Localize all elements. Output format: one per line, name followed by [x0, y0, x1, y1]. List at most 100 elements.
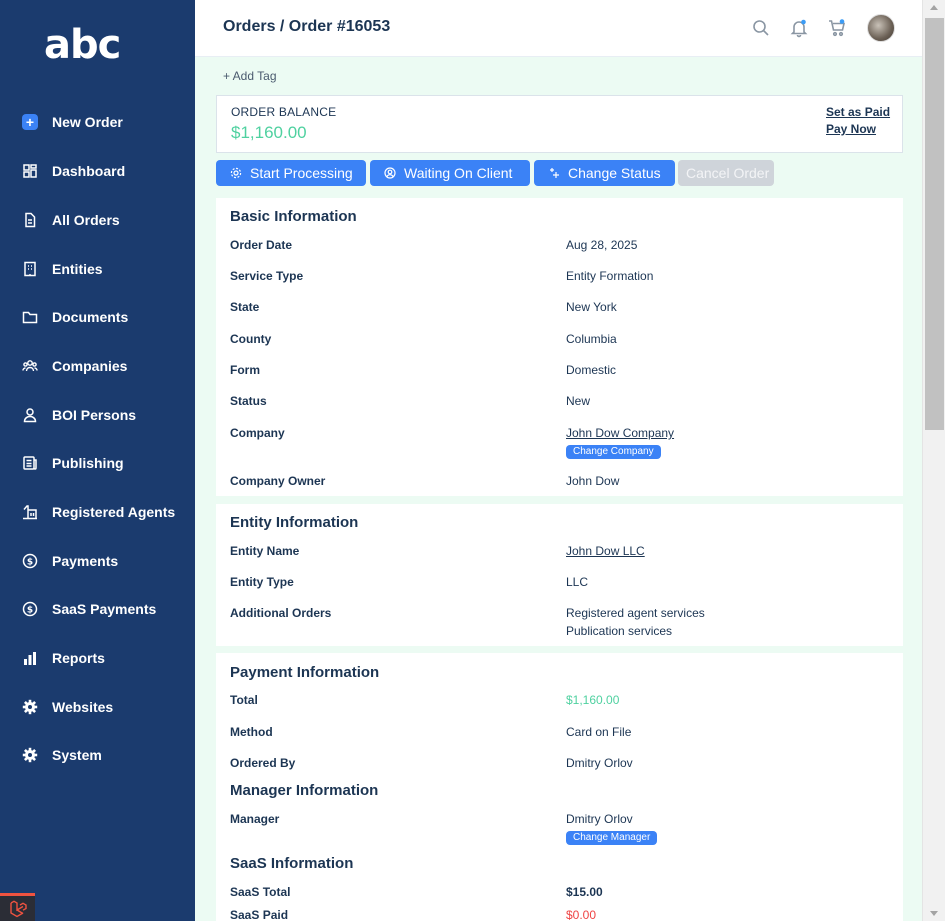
brand-logo[interactable]: abc	[44, 22, 121, 68]
saas-paid-value: $0.00	[566, 908, 597, 921]
entity-type-label: Entity Type	[230, 575, 294, 589]
users-icon	[22, 358, 38, 374]
additional-order-item: Registered agent services	[566, 606, 705, 620]
start-processing-label: Start Processing	[250, 165, 353, 181]
sidebar-item-label: Companies	[52, 358, 128, 374]
sidebar-item-label: Publishing	[52, 455, 124, 471]
change-company-button[interactable]: Change Company	[566, 445, 661, 459]
sidebar-item-publishing[interactable]: Publishing	[0, 445, 195, 481]
bell-icon[interactable]	[789, 18, 809, 38]
sidebar-item-dashboard[interactable]: Dashboard	[0, 153, 195, 189]
additional-orders-label: Additional Orders	[230, 606, 332, 620]
search-icon[interactable]	[751, 18, 771, 38]
bar-chart-icon	[22, 650, 38, 666]
ordered-by-value: Dmitry Orlov	[566, 756, 633, 770]
sidebar-item-label: System	[52, 747, 102, 763]
company-link[interactable]: John Dow Company	[566, 426, 674, 440]
sidebar-item-label: Payments	[52, 553, 119, 569]
sidebar-item-label: Documents	[52, 309, 129, 325]
sidebar-item-label: Websites	[52, 699, 114, 715]
state-value: New York	[566, 300, 617, 314]
payment-information-card: Payment Information Total $1,160.00 Meth…	[216, 653, 903, 921]
sidebar-item-label: BOI Persons	[52, 407, 137, 423]
saas-total-label: SaaS Total	[230, 885, 291, 899]
method-label: Method	[230, 725, 273, 739]
sidebar-item-label: Registered Agents	[52, 504, 176, 520]
order-balance-card: ORDER BALANCE $1,160.00 Set as Paid Pay …	[216, 95, 903, 153]
scrollbar-thumb[interactable]	[925, 18, 944, 430]
building-icon	[22, 261, 38, 277]
sidebar-item-new-order[interactable]: + New Order	[0, 104, 195, 140]
svg-text:$: $	[27, 558, 33, 568]
set-as-paid-link[interactable]: Set as Paid	[826, 105, 890, 119]
sidebar-item-label: New Order	[52, 114, 123, 130]
order-balance-label: ORDER BALANCE	[231, 105, 337, 119]
change-status-label: Change Status	[568, 165, 661, 181]
gear-icon	[22, 747, 38, 763]
county-value: Columbia	[566, 332, 617, 346]
sidebar-item-label: Entities	[52, 261, 103, 277]
entity-name-link[interactable]: John Dow LLC	[566, 544, 645, 558]
sidebar-item-registered-agents[interactable]: Registered Agents	[0, 494, 195, 530]
order-balance-value: $1,160.00	[231, 123, 307, 142]
entity-type-value: LLC	[566, 575, 589, 589]
bank-icon	[22, 504, 38, 520]
sidebar-item-label: All Orders	[52, 212, 120, 228]
scroll-up-arrow-icon[interactable]	[930, 5, 938, 10]
ordered-by-label: Ordered By	[230, 756, 296, 770]
start-processing-button[interactable]: Start Processing	[216, 160, 366, 186]
form-value: Domestic	[566, 363, 617, 377]
sidebar-item-companies[interactable]: Companies	[0, 348, 195, 384]
pay-now-link[interactable]: Pay Now	[826, 122, 876, 136]
sidebar-item-all-orders[interactable]: All Orders	[0, 202, 195, 238]
state-label: State	[230, 300, 260, 314]
laravel-debugbar-icon[interactable]	[0, 893, 35, 921]
scroll-down-arrow-icon[interactable]	[930, 911, 938, 916]
total-label: Total	[230, 693, 258, 707]
service-type-label: Service Type	[230, 269, 304, 283]
section-title: Payment Information	[230, 664, 380, 681]
form-label: Form	[230, 363, 260, 377]
cancel-order-button[interactable]: Cancel Order	[678, 160, 774, 186]
method-value: Card on File	[566, 725, 632, 739]
plus-icon: +	[22, 114, 38, 130]
manager-label: Manager	[230, 812, 280, 826]
county-label: County	[230, 332, 272, 346]
gear-icon	[230, 167, 242, 179]
change-manager-button[interactable]: Change Manager	[566, 831, 658, 845]
svg-text:$: $	[27, 606, 33, 616]
section-title: Manager Information	[230, 782, 379, 799]
sidebar-item-reports[interactable]: Reports	[0, 640, 195, 676]
topbar: Orders / Order #16053	[195, 0, 922, 57]
order-date-label: Order Date	[230, 238, 293, 252]
sidebar-item-boi-persons[interactable]: BOI Persons	[0, 397, 195, 433]
company-label: Company	[230, 426, 285, 440]
entity-name-label: Entity Name	[230, 544, 300, 558]
avatar[interactable]	[867, 14, 895, 42]
service-type-value: Entity Formation	[566, 269, 654, 283]
waiting-on-client-button[interactable]: Waiting On Client	[370, 160, 530, 186]
person-icon	[22, 407, 38, 423]
dollar-icon: $	[22, 553, 38, 569]
company-owner-label: Company Owner	[230, 474, 326, 488]
sidebar-item-entities[interactable]: Entities	[0, 251, 195, 287]
manager-value: Dmitry Orlov	[566, 812, 633, 826]
section-title: Basic Information	[230, 208, 357, 225]
waiting-on-client-label: Waiting On Client	[404, 165, 513, 181]
page-scrollbar[interactable]	[922, 0, 945, 921]
sidebar-item-system[interactable]: System	[0, 737, 195, 773]
change-status-button[interactable]: Change Status	[534, 160, 675, 186]
sidebar-item-payments[interactable]: $ Payments	[0, 543, 195, 579]
add-tag-link[interactable]: + Add Tag	[223, 69, 277, 83]
sidebar-item-websites[interactable]: Websites	[0, 689, 195, 725]
folder-icon	[22, 309, 38, 325]
cart-icon[interactable]	[827, 18, 847, 38]
sidebar-item-documents[interactable]: Documents	[0, 299, 195, 335]
sidebar-item-label: Reports	[52, 650, 105, 666]
company-owner-value: John Dow	[566, 474, 620, 488]
sidebar-item-saas-payments[interactable]: $ SaaS Payments	[0, 591, 195, 627]
order-date-value: Aug 28, 2025	[566, 238, 638, 252]
cancel-order-label: Cancel Order	[686, 165, 770, 181]
saas-paid-label: SaaS Paid	[230, 908, 289, 921]
main-content: + Add Tag ORDER BALANCE $1,160.00 Set as…	[195, 57, 922, 921]
